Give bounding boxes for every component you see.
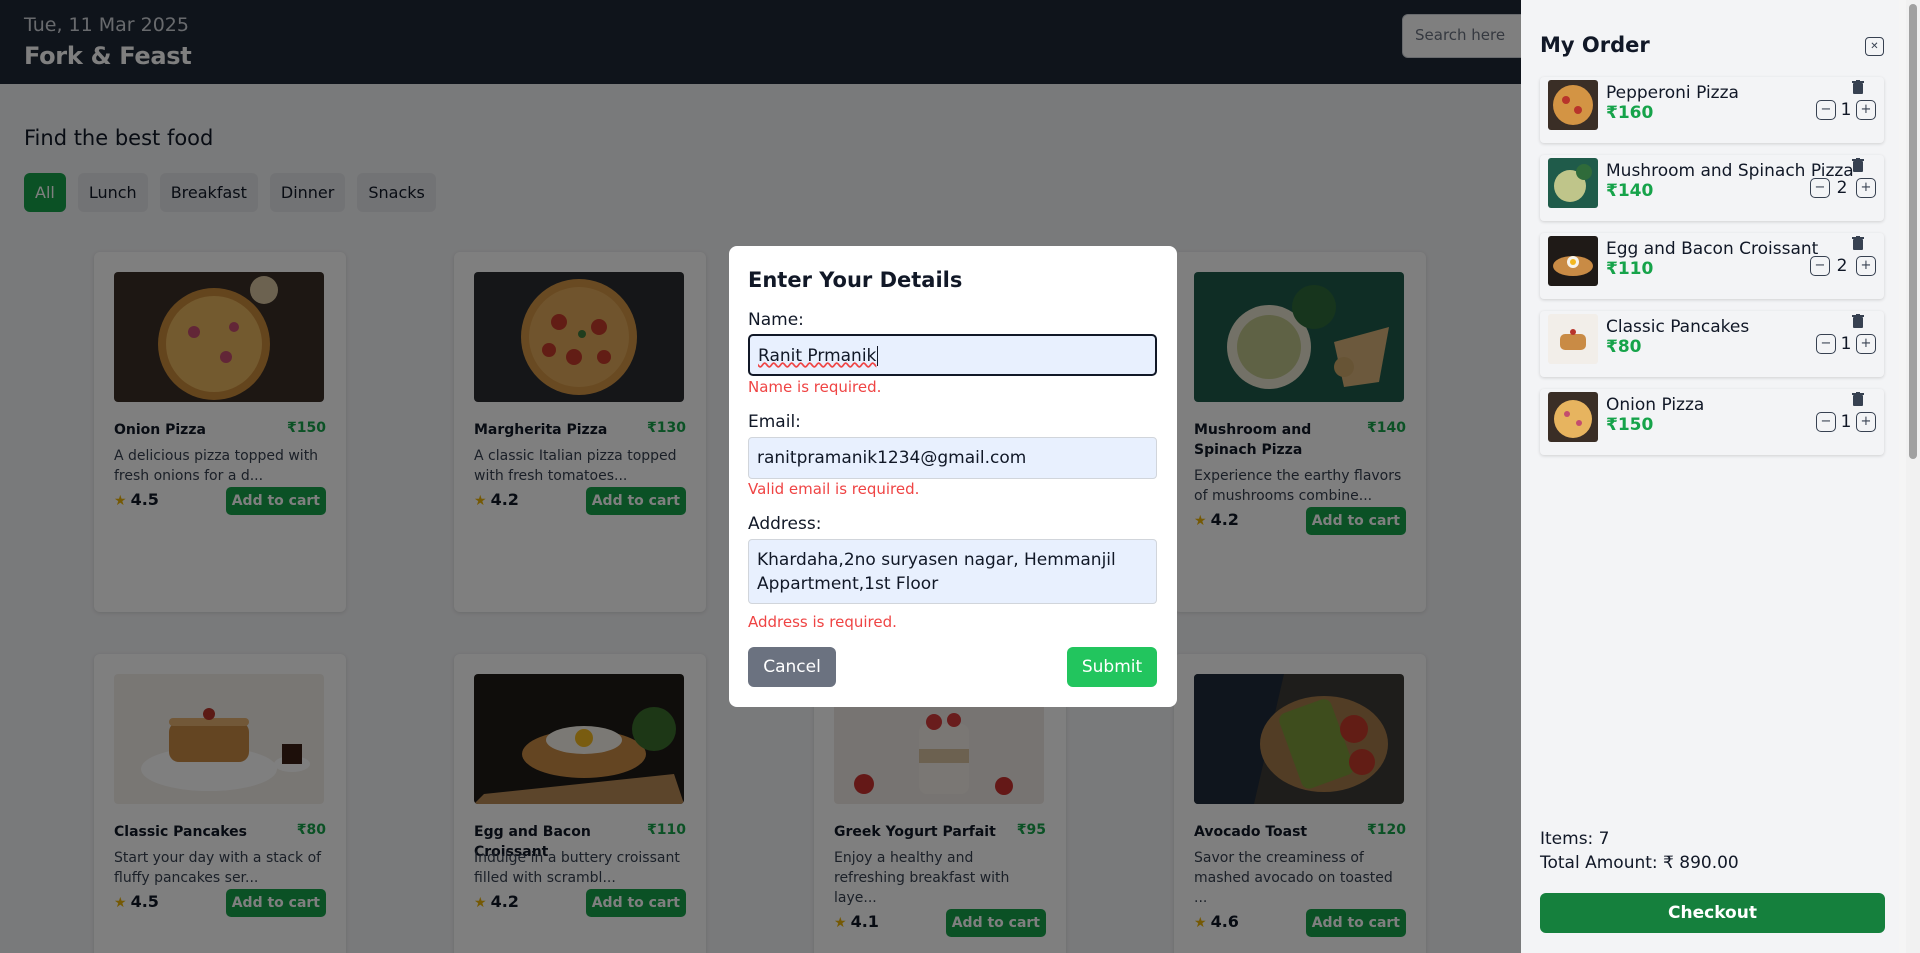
increase-quantity-button[interactable]: + <box>1856 412 1876 432</box>
order-sidebar: My Order ✕ Pepperoni Pizza ₹160 − 1 + Mu… <box>1521 0 1899 953</box>
order-title: My Order <box>1540 33 1650 57</box>
order-item-name: Onion Pizza <box>1606 395 1705 415</box>
name-label: Name: <box>748 310 804 330</box>
order-item-name: Egg and Bacon Croissant <box>1606 239 1819 259</box>
order-item-quantity: 2 <box>1836 178 1848 198</box>
text-cursor <box>877 346 879 366</box>
address-error: Address is required. <box>748 613 897 631</box>
name-field[interactable]: Ranit Prmanik <box>748 334 1157 376</box>
increase-quantity-button[interactable]: + <box>1856 334 1876 354</box>
close-icon[interactable]: ✕ <box>1865 37 1884 56</box>
decrease-quantity-button[interactable]: − <box>1816 334 1836 354</box>
trash-icon[interactable] <box>1852 158 1864 172</box>
email-label: Email: <box>748 412 801 432</box>
trash-icon[interactable] <box>1852 392 1864 406</box>
items-count: Items: 7 <box>1540 829 1610 849</box>
scrollbar-thumb[interactable] <box>1909 4 1917 459</box>
order-item: Onion Pizza ₹150 − 1 + <box>1540 389 1884 455</box>
address-label: Address: <box>748 514 822 534</box>
address-field[interactable]: Khardaha,2no suryasen nagar, Hemmanjil A… <box>748 539 1157 604</box>
order-item-price: ₹160 <box>1606 103 1654 123</box>
order-item-image <box>1548 158 1598 208</box>
trash-icon[interactable] <box>1852 80 1864 94</box>
order-item: Egg and Bacon Croissant ₹110 − 2 + <box>1540 233 1884 299</box>
order-item-image <box>1548 80 1598 130</box>
checkout-button[interactable]: Checkout <box>1540 893 1885 933</box>
trash-icon[interactable] <box>1852 236 1864 250</box>
email-error: Valid email is required. <box>748 480 920 498</box>
trash-icon[interactable] <box>1852 314 1864 328</box>
decrease-quantity-button[interactable]: − <box>1816 100 1836 120</box>
decrease-quantity-button[interactable]: − <box>1816 412 1836 432</box>
email-field[interactable]: ranitpramanik1234@gmail.com <box>748 437 1157 479</box>
order-item-image <box>1548 392 1598 442</box>
name-error: Name is required. <box>748 378 882 396</box>
increase-quantity-button[interactable]: + <box>1856 100 1876 120</box>
increase-quantity-button[interactable]: + <box>1856 178 1876 198</box>
order-item-price: ₹140 <box>1606 181 1654 201</box>
order-item-quantity: 1 <box>1840 334 1852 354</box>
total-amount: Total Amount: ₹ 890.00 <box>1540 853 1739 873</box>
details-modal: Enter Your Details Name: Ranit Prmanik N… <box>729 246 1177 707</box>
name-value: Ranit Prmanik <box>758 346 877 366</box>
order-item-quantity: 1 <box>1840 412 1852 432</box>
decrease-quantity-button[interactable]: − <box>1810 256 1830 276</box>
page-scrollbar[interactable] <box>1906 0 1920 953</box>
modal-title: Enter Your Details <box>748 268 963 292</box>
order-item-image <box>1548 314 1598 364</box>
order-item-price: ₹110 <box>1606 259 1654 279</box>
order-item-image <box>1548 236 1598 286</box>
order-item-name: Pepperoni Pizza <box>1606 83 1739 103</box>
order-item-quantity: 1 <box>1840 100 1852 120</box>
order-item: Pepperoni Pizza ₹160 − 1 + <box>1540 77 1884 143</box>
cancel-button[interactable]: Cancel <box>748 647 836 687</box>
increase-quantity-button[interactable]: + <box>1856 256 1876 276</box>
order-item-price: ₹150 <box>1606 415 1654 435</box>
submit-button[interactable]: Submit <box>1067 647 1157 687</box>
order-item-name: Classic Pancakes <box>1606 317 1750 337</box>
decrease-quantity-button[interactable]: − <box>1810 178 1830 198</box>
main-page: Tue, 11 Mar 2025 Fork & Feast Search her… <box>0 0 1542 953</box>
order-item-price: ₹80 <box>1606 337 1642 357</box>
order-item-quantity: 2 <box>1836 256 1848 276</box>
order-item: Mushroom and Spinach Pizza ₹140 − 2 + <box>1540 155 1884 221</box>
order-item: Classic Pancakes ₹80 − 1 + <box>1540 311 1884 377</box>
